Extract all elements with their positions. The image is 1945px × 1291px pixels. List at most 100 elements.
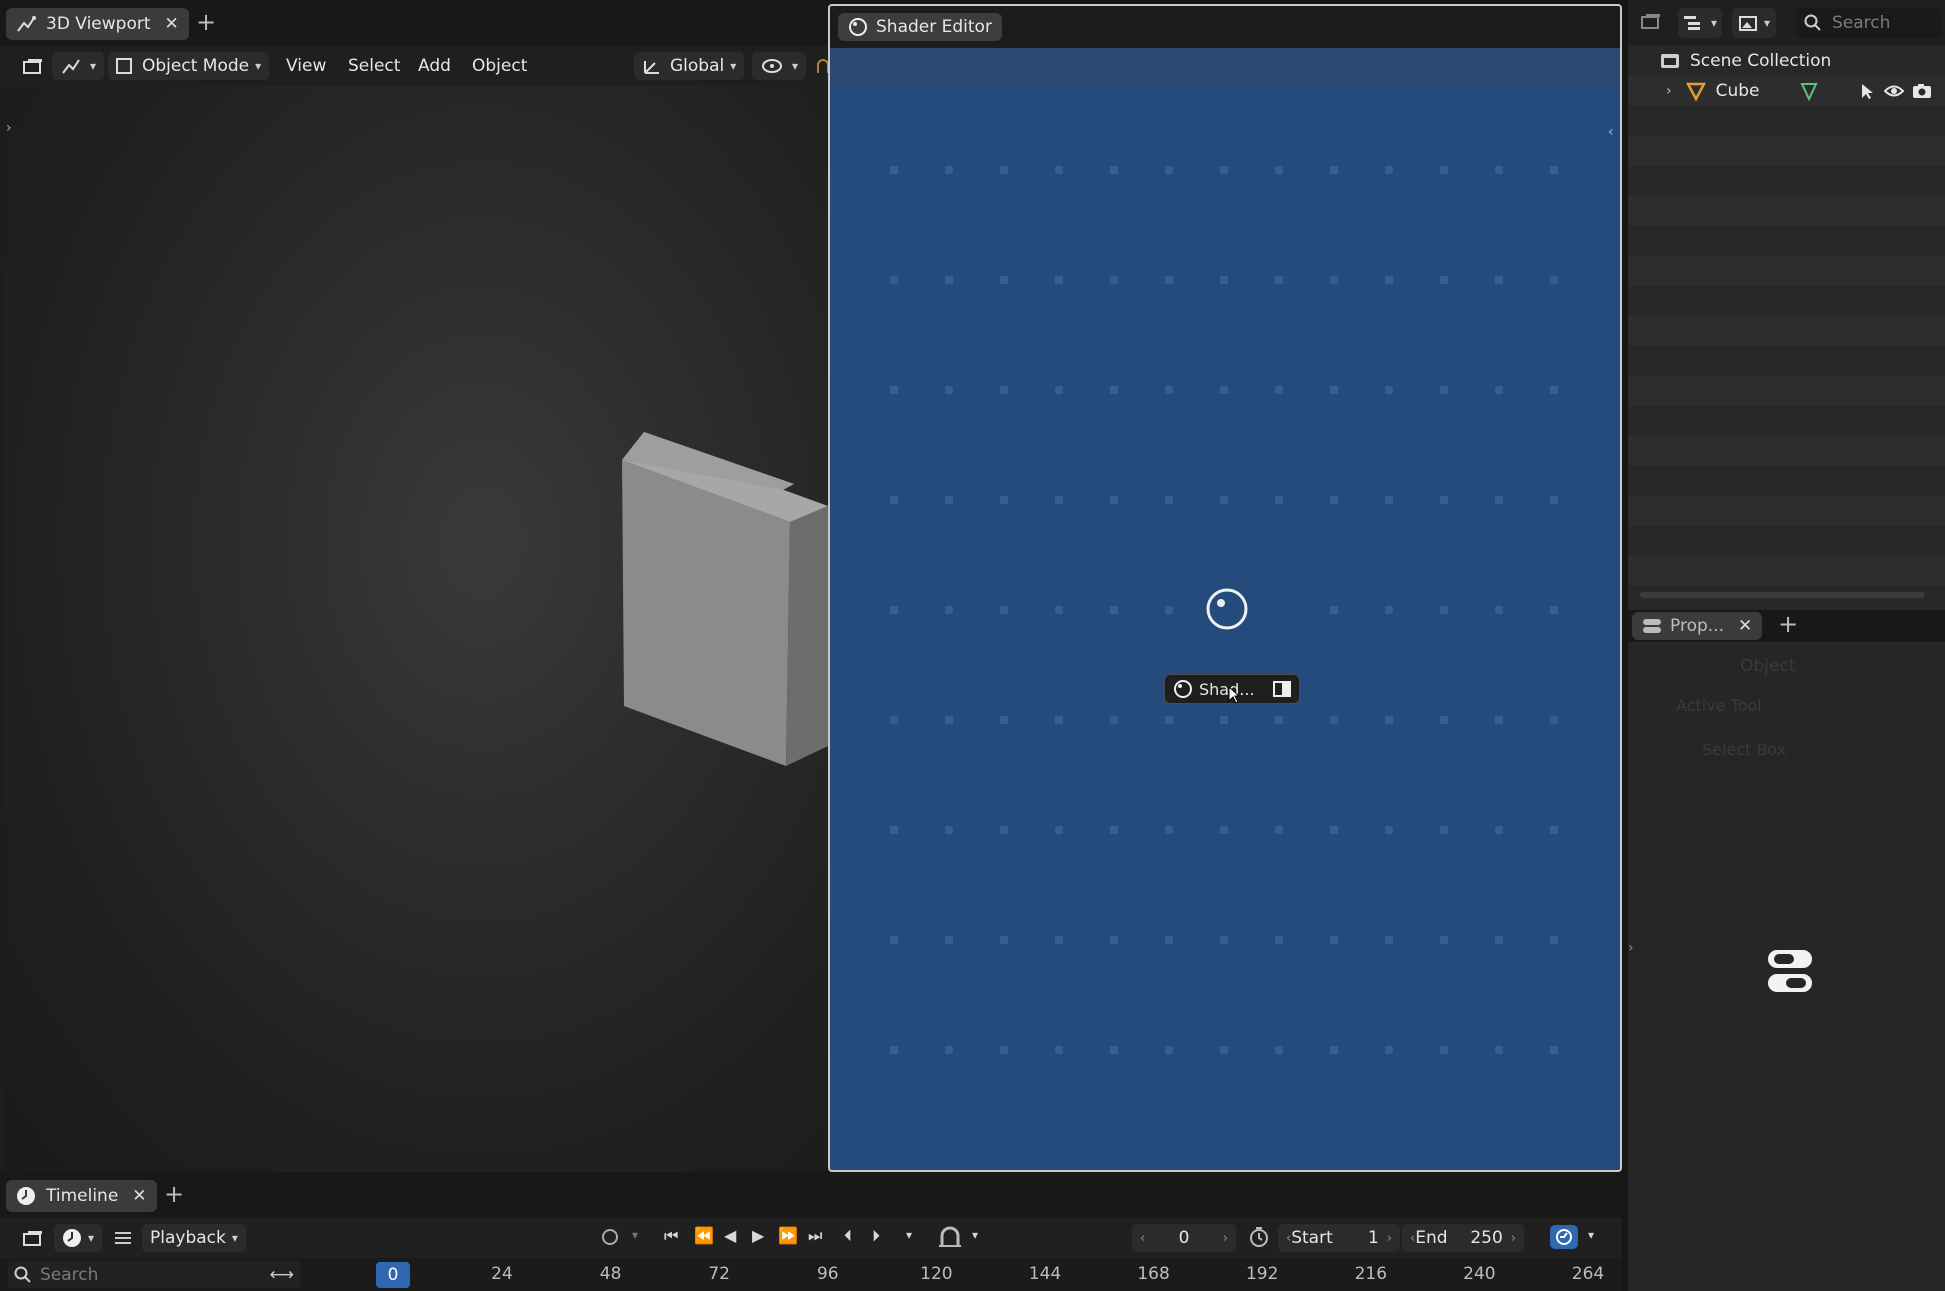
ruler-tick-label: 24: [491, 1264, 513, 1284]
grid-dot: [1550, 496, 1558, 504]
filter-dropdown[interactable]: ▾: [1732, 8, 1776, 38]
tab-3d-viewport[interactable]: 3D Viewport ✕: [6, 8, 189, 40]
grid-dot: [1495, 496, 1503, 504]
grid-dot: [1110, 386, 1118, 394]
display-mode-dropdown[interactable]: ▾: [1678, 8, 1722, 38]
playback-options-dropdown-icon[interactable]: ▾: [906, 1228, 912, 1242]
tab-timeline-label: Timeline: [46, 1186, 119, 1206]
end-frame-field[interactable]: ‹ End 250 ›: [1402, 1224, 1524, 1252]
horizontal-arrows-icon[interactable]: ⟷: [270, 1265, 294, 1285]
preview-range-icon[interactable]: [1248, 1226, 1270, 1248]
grid-dot: [945, 386, 953, 394]
sync-dropdown-icon[interactable]: ▾: [1588, 1228, 1594, 1242]
grid-dot: [1385, 716, 1393, 724]
grid-dot: [1275, 386, 1283, 394]
menu-view[interactable]: View: [278, 52, 334, 80]
timeline-ruler[interactable]: Search ⟷ 0 24 48 72 96 120 144 168 192 216 240 264: [0, 1258, 1622, 1291]
grid-dot: [1220, 716, 1228, 724]
increment-icon[interactable]: ›: [1387, 1231, 1392, 1246]
add-tab-icon[interactable]: +: [196, 8, 216, 36]
expand-chevron-icon[interactable]: ›: [1666, 83, 1672, 99]
add-tab-icon[interactable]: +: [1778, 610, 1798, 638]
prev-marker-icon[interactable]: ⏴: [844, 1226, 852, 1246]
outliner-row-cube[interactable]: › Cube: [1628, 76, 1945, 106]
select-toggle-icon[interactable]: [1860, 82, 1876, 100]
viewport-menu-icon[interactable]: ▾: [52, 52, 105, 80]
cube-object[interactable]: [4, 86, 828, 1172]
close-icon[interactable]: ✕: [1738, 616, 1752, 636]
grid-dot: [1055, 936, 1063, 944]
menu-object[interactable]: Object: [464, 52, 535, 80]
playback-dropdown[interactable]: Playback ▾: [142, 1224, 246, 1252]
shader-editor-small-icon: [1173, 679, 1193, 699]
orientation-dropdown[interactable]: Global ▾: [634, 52, 745, 80]
grid-dot: [1000, 606, 1008, 614]
properties-expand-icon[interactable]: ›: [1628, 940, 1634, 956]
grid-dot: [1440, 276, 1448, 284]
play-icon[interactable]: ▶: [752, 1226, 764, 1245]
editor-type-icon[interactable]: [1640, 12, 1662, 30]
current-frame-field[interactable]: ‹ 0 ›: [1132, 1224, 1236, 1252]
outliner-row-bg: [1628, 496, 1945, 526]
tab-timeline[interactable]: Timeline ✕: [6, 1180, 157, 1212]
tab-properties[interactable]: Prop... ✕: [1632, 612, 1763, 640]
grid-dot: [1275, 1046, 1283, 1054]
mouse-cursor-icon: [1228, 686, 1240, 704]
grid-dot: [1440, 1046, 1448, 1054]
next-marker-icon[interactable]: ⏵: [872, 1226, 880, 1246]
grid-dot: [1220, 826, 1228, 834]
mesh-data-icon[interactable]: [1799, 81, 1818, 101]
start-frame-field[interactable]: ‹ Start 1 ›: [1278, 1224, 1400, 1252]
properties-tabbar: Prop... ✕ +: [1628, 610, 1945, 642]
increment-icon[interactable]: ›: [1223, 1231, 1228, 1246]
next-keyframe-icon[interactable]: ⏩: [778, 1226, 798, 1245]
snap-dropdown-icon[interactable]: ▾: [972, 1228, 978, 1242]
pivot-dropdown[interactable]: ▾: [752, 52, 807, 80]
outliner-row-scene-collection[interactable]: Scene Collection: [1628, 46, 1945, 76]
outliner-row-bg: [1628, 526, 1945, 556]
jump-start-icon[interactable]: ⏮: [664, 1226, 678, 1246]
scene-collection-label: Scene Collection: [1690, 51, 1832, 71]
current-frame-marker[interactable]: 0: [376, 1262, 410, 1288]
increment-icon[interactable]: ›: [1511, 1231, 1516, 1246]
grid-dot: [890, 936, 898, 944]
tab-properties-label: Prop...: [1670, 616, 1724, 636]
timeline-search-input[interactable]: Search ⟷: [8, 1261, 300, 1288]
render-camera-icon[interactable]: [1912, 83, 1932, 99]
search-icon: [1804, 14, 1822, 32]
jump-end-icon[interactable]: ⏭: [808, 1226, 822, 1246]
timeline-mode-dropdown[interactable]: ▾: [54, 1224, 103, 1252]
grid-dot: [1330, 276, 1338, 284]
grid-dot: [1330, 386, 1338, 394]
grid-dot: [1550, 606, 1558, 614]
add-tab-icon[interactable]: +: [164, 1180, 184, 1208]
record-icon[interactable]: [600, 1227, 620, 1247]
editor-type-icon[interactable]: [14, 52, 52, 80]
viewport-canvas[interactable]: ›: [4, 86, 828, 1172]
menu-select[interactable]: Select: [340, 52, 408, 80]
keying-dropdown-icon[interactable]: ▾: [632, 1228, 638, 1242]
close-icon[interactable]: ✕: [165, 14, 179, 34]
outliner-search-input[interactable]: Search: [1796, 8, 1941, 38]
menu-add[interactable]: Add: [410, 52, 459, 80]
timeline-area: Timeline ✕ + ▾ Playback ▾ ▾ ⏮ ⏪ ◀ ▶ ⏩ ⏭ ⏴…: [0, 1172, 1622, 1291]
auto-keying-snap-icon[interactable]: [938, 1226, 962, 1248]
outliner-row-bg: [1628, 376, 1945, 406]
editor-type-icon[interactable]: [14, 1224, 52, 1252]
hamburger-menu-icon[interactable]: [106, 1224, 140, 1252]
close-icon[interactable]: ✕: [132, 1186, 146, 1206]
search-placeholder: Search: [40, 1264, 99, 1285]
shader-editor-area[interactable]: Shader Editor ‹ Shad...: [828, 4, 1622, 1172]
grid-dot: [890, 386, 898, 394]
play-reverse-icon[interactable]: ◀: [724, 1226, 736, 1245]
grid-dot: [1440, 826, 1448, 834]
prev-keyframe-icon[interactable]: ⏪: [694, 1226, 714, 1245]
grid-dot: [1110, 166, 1118, 174]
grid-dot: [1440, 936, 1448, 944]
mode-dropdown[interactable]: Object Mode ▾: [108, 52, 270, 80]
outliner-row-bg: [1628, 286, 1945, 316]
sync-icon[interactable]: [1550, 1225, 1578, 1249]
outliner-scrollbar[interactable]: [1640, 592, 1925, 598]
decrement-icon[interactable]: ‹: [1140, 1231, 1145, 1246]
visibility-eye-icon[interactable]: [1883, 83, 1904, 99]
